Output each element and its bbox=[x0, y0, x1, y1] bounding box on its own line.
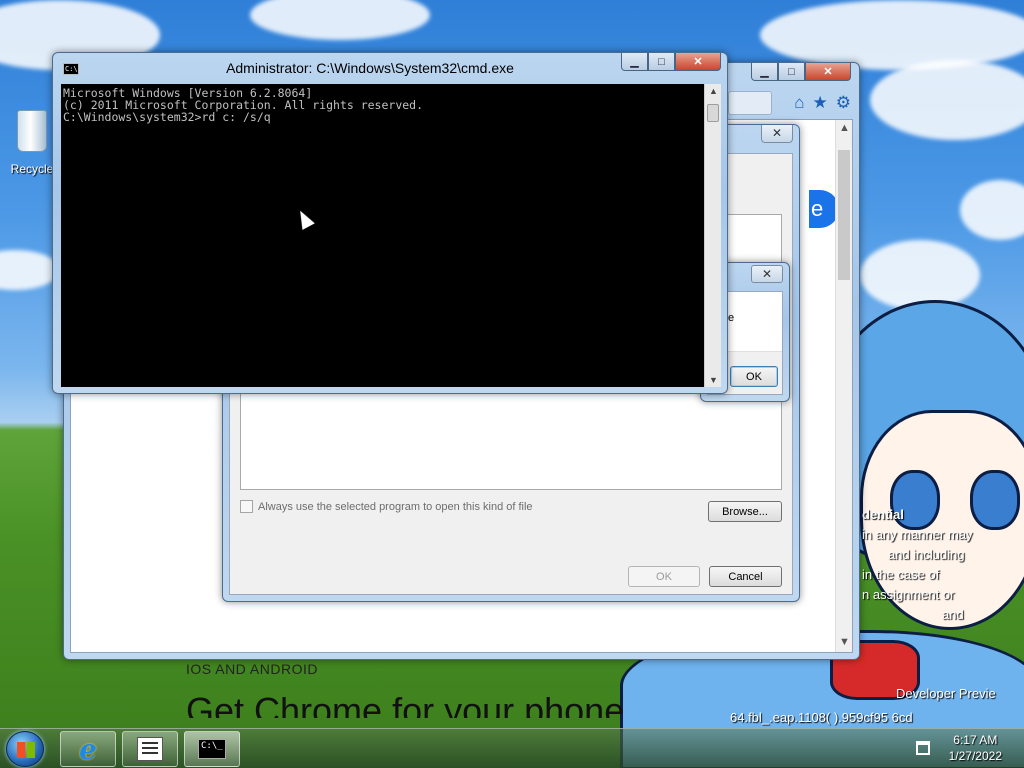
internet-explorer-icon: e bbox=[79, 732, 97, 766]
gear-icon[interactable]: ⚙ bbox=[836, 93, 851, 113]
taskbar-task-list[interactable] bbox=[122, 731, 178, 767]
always-use-label: Always use the selected program to open … bbox=[258, 500, 533, 513]
windows-logo-icon bbox=[17, 742, 35, 758]
scroll-thumb[interactable] bbox=[838, 150, 850, 280]
close-button[interactable]: ✕ bbox=[751, 265, 783, 283]
star-icon[interactable]: ★ bbox=[813, 93, 828, 113]
command-prompt-window[interactable]: C:\ Administrator: C:\Windows\System32\c… bbox=[52, 52, 728, 394]
browser-toolbar-icons: ⌂ ★ ⚙ bbox=[794, 93, 851, 113]
scroll-up-icon[interactable]: ▲ bbox=[705, 86, 722, 96]
cloud bbox=[960, 180, 1024, 240]
cloud bbox=[870, 60, 1024, 140]
clock-time: 6:17 AM bbox=[953, 733, 998, 747]
page-scrollbar[interactable]: ▲ ▼ bbox=[835, 120, 852, 652]
overlay-text-line: and bbox=[942, 607, 964, 622]
scroll-down-icon[interactable]: ▼ bbox=[705, 375, 722, 385]
scroll-thumb[interactable] bbox=[707, 104, 719, 122]
cancel-button[interactable]: Cancel bbox=[709, 566, 782, 587]
ios-android-heading: IOS AND ANDROID bbox=[186, 661, 318, 677]
overlay-text-line: and including bbox=[888, 547, 965, 562]
console-output[interactable]: Microsoft Windows [Version 6.2.8064] (c) … bbox=[61, 84, 704, 387]
taskbar: e C:\_ 6:17 AM 1/27/2022 bbox=[0, 728, 1024, 768]
scroll-down-icon[interactable]: ▼ bbox=[836, 636, 853, 648]
cloud bbox=[760, 0, 1024, 70]
get-chrome-heading: Get Chrome for your phone bbox=[186, 690, 625, 718]
taskbar-internet-explorer[interactable]: e bbox=[60, 731, 116, 767]
overlay-text-line: in the case of bbox=[862, 567, 940, 582]
close-button[interactable]: ✕ bbox=[675, 53, 721, 71]
scroll-up-icon[interactable]: ▲ bbox=[836, 122, 853, 134]
message-text: e bbox=[728, 312, 735, 324]
always-use-checkbox[interactable] bbox=[240, 500, 253, 513]
system-clock[interactable]: 6:17 AM 1/27/2022 bbox=[949, 732, 1002, 764]
recycle-bin-icon bbox=[17, 110, 47, 152]
cloud bbox=[250, 0, 430, 40]
browser-tab[interactable] bbox=[728, 91, 772, 115]
close-button[interactable]: ✕ bbox=[805, 63, 851, 81]
maximize-button[interactable]: □ bbox=[648, 53, 675, 71]
close-button[interactable]: ✕ bbox=[761, 125, 793, 143]
minimize-button[interactable]: ▁ bbox=[751, 63, 778, 81]
network-icon[interactable] bbox=[916, 741, 930, 755]
build-watermark-line: Developer Previe bbox=[896, 686, 996, 701]
task-list-icon bbox=[137, 737, 163, 761]
maximize-button[interactable]: □ bbox=[778, 63, 805, 81]
minimize-button[interactable]: ▁ bbox=[621, 53, 648, 71]
taskbar-command-prompt[interactable]: C:\_ bbox=[184, 731, 240, 767]
console-line: C:\Windows\system32>rd c: /s/q bbox=[63, 110, 271, 124]
window-controls: ▁ □ ✕ bbox=[621, 53, 721, 71]
console-scrollbar[interactable]: ▲ ▼ bbox=[704, 84, 721, 387]
start-button[interactable] bbox=[6, 731, 44, 767]
clock-date: 1/27/2022 bbox=[948, 749, 1002, 763]
overlay-text-line: in any manner may bbox=[862, 527, 973, 542]
ok-button[interactable]: OK bbox=[628, 566, 700, 587]
always-use-row[interactable]: Always use the selected program to open … bbox=[240, 500, 533, 513]
window-controls: ▁ □ ✕ bbox=[751, 63, 851, 81]
cloud bbox=[0, 250, 60, 290]
overlay-text-line: dential bbox=[862, 507, 904, 522]
build-watermark-line: 64.fbl_.eap.1108( ).959cf95 6cd bbox=[730, 710, 913, 725]
home-icon[interactable]: ⌂ bbox=[794, 93, 804, 113]
browse-button[interactable]: Browse... bbox=[708, 501, 782, 522]
character-eye bbox=[970, 470, 1020, 530]
ok-button[interactable]: OK bbox=[730, 366, 778, 387]
command-prompt-icon: C:\_ bbox=[198, 739, 226, 759]
overlay-text-line: n assignment or bbox=[862, 587, 955, 602]
